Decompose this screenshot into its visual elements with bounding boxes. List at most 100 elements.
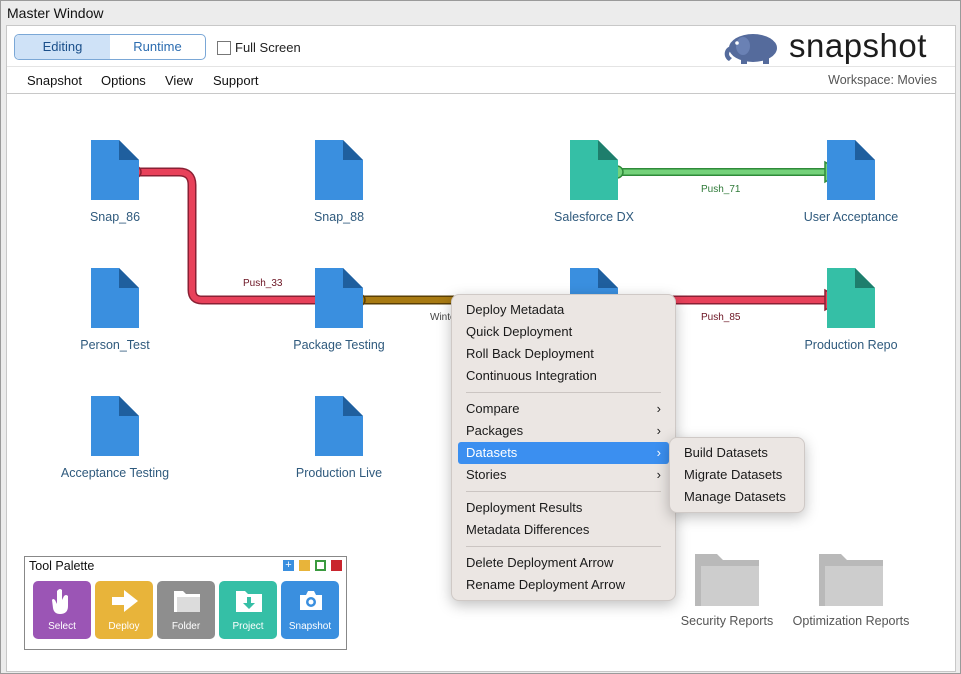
maximize-icon[interactable] <box>315 560 326 571</box>
tab-editing[interactable]: Editing <box>15 35 110 59</box>
window-title: Master Window <box>7 5 104 21</box>
menu-item-deployment-results[interactable]: Deployment Results <box>452 497 675 519</box>
menu-item-quick-deployment[interactable]: Quick Deployment <box>452 321 675 343</box>
menu-item-label: Compare <box>466 401 520 416</box>
workspace-label: Workspace: Movies <box>828 73 937 87</box>
menu-item-compare[interactable]: Compare › <box>452 398 675 420</box>
palette-button-label: Folder <box>171 621 201 632</box>
node-label: Package Testing <box>293 338 385 352</box>
tool-palette: Tool Palette + Select Deploy Folder Proj… <box>24 556 347 650</box>
fullscreen-checkbox[interactable]: Full Screen <box>217 40 301 55</box>
menu-options[interactable]: Options <box>101 73 146 88</box>
edge-label-push-71: Push_71 <box>701 184 741 195</box>
node-package-testing[interactable]: Package Testing <box>269 268 409 352</box>
chevron-right-icon: › <box>656 467 661 482</box>
palette-button-label: Project <box>232 621 264 632</box>
chevron-right-icon: › <box>656 445 661 460</box>
document-icon <box>315 140 363 200</box>
menu-item-label: Stories <box>466 467 507 482</box>
folder-icon <box>174 591 200 612</box>
checkbox-icon[interactable] <box>217 40 231 55</box>
node-label: Acceptance Testing <box>60 466 170 480</box>
node-label: Snap_86 <box>89 210 141 224</box>
node-label: Production Live <box>295 466 383 480</box>
collapse-icon[interactable] <box>299 560 310 571</box>
elephant-icon <box>724 34 777 64</box>
edge-label-push-85: Push_85 <box>701 312 741 323</box>
chevron-right-icon: › <box>656 423 661 438</box>
palette-select-button[interactable]: Select <box>33 581 91 639</box>
menu-item-label: Packages <box>466 423 524 438</box>
logo-text: snapshot <box>789 27 927 64</box>
context-menu: Deploy Metadata Quick Deployment Roll Ba… <box>451 294 676 601</box>
folder-label: Optimization Reports <box>792 614 910 628</box>
node-salesforce-dx[interactable]: Salesforce DX <box>524 140 664 224</box>
hand-icon <box>52 589 68 614</box>
menu-item-delete-deployment-arrow[interactable]: Delete Deployment Arrow <box>452 552 675 574</box>
document-icon <box>91 396 139 456</box>
menu-item-deploy-metadata[interactable]: Deploy Metadata <box>452 299 675 321</box>
menu-item-metadata-differences[interactable]: Metadata Differences <box>452 519 675 541</box>
menu-item-datasets[interactable]: Datasets › <box>458 442 669 464</box>
camera-icon <box>300 591 322 610</box>
menu-bar: Snapshot Options View Support Workspace:… <box>7 67 955 94</box>
mode-segmented-control: Editing Runtime <box>14 34 206 60</box>
node-label: Snap_88 <box>313 210 365 224</box>
fullscreen-label: Full Screen <box>235 40 301 55</box>
menu-item-rename-deployment-arrow[interactable]: Rename Deployment Arrow <box>452 574 675 596</box>
tab-runtime[interactable]: Runtime <box>110 35 205 59</box>
menu-separator <box>466 491 661 492</box>
submenu-item-build-datasets[interactable]: Build Datasets <box>670 442 804 464</box>
menu-separator <box>466 546 661 547</box>
folder-icon <box>695 554 759 606</box>
snapshot-logo: snapshot <box>719 27 945 64</box>
node-label: Production Repo <box>804 338 898 352</box>
palette-title: Tool Palette <box>29 559 95 573</box>
menu-item-stories[interactable]: Stories › <box>452 464 675 486</box>
menu-view[interactable]: View <box>165 73 193 88</box>
menu-snapshot[interactable]: Snapshot <box>27 73 82 88</box>
node-production-live[interactable]: Production Live <box>269 396 409 480</box>
menu-item-roll-back-deployment[interactable]: Roll Back Deployment <box>452 343 675 365</box>
node-label: Salesforce DX <box>554 210 634 224</box>
palette-folder-button[interactable]: Folder <box>157 581 215 639</box>
datasets-submenu: Build Datasets Migrate Datasets Manage D… <box>669 437 805 513</box>
folder-icon <box>819 554 883 606</box>
palette-project-button[interactable]: Project <box>219 581 277 639</box>
title-bar: Master Window <box>1 1 960 25</box>
chevron-right-icon: › <box>656 401 661 416</box>
menu-item-label: Datasets <box>466 445 518 460</box>
document-icon <box>91 140 139 200</box>
toolbar: Editing Runtime Full Screen snapshot <box>7 26 955 67</box>
palette-button-label: Select <box>48 621 76 632</box>
node-user-acceptance[interactable]: User Acceptance <box>781 140 921 224</box>
menu-item-continuous-integration[interactable]: Continuous Integration <box>452 365 675 387</box>
document-icon <box>315 268 363 328</box>
close-icon[interactable] <box>331 560 342 571</box>
node-label: Person_Test <box>80 338 150 352</box>
node-acceptance-testing[interactable]: Acceptance Testing <box>45 396 185 480</box>
menu-separator <box>466 392 661 393</box>
document-icon <box>827 268 875 328</box>
menu-support[interactable]: Support <box>213 73 259 88</box>
folder-optimization-reports[interactable]: Optimization Reports <box>771 550 931 628</box>
node-label: User Acceptance <box>803 210 899 224</box>
palette-button-label: Deploy <box>108 621 140 632</box>
menu-item-packages[interactable]: Packages › <box>452 420 675 442</box>
palette-snapshot-button[interactable]: Snapshot <box>281 581 339 639</box>
document-icon <box>570 140 618 200</box>
document-icon <box>91 268 139 328</box>
submenu-item-migrate-datasets[interactable]: Migrate Datasets <box>670 464 804 486</box>
palette-deploy-button[interactable]: Deploy <box>95 581 153 639</box>
palette-button-label: Snapshot <box>288 621 332 632</box>
node-production-repo[interactable]: Production Repo <box>781 268 921 352</box>
download-icon <box>236 591 262 612</box>
submenu-item-manage-datasets[interactable]: Manage Datasets <box>670 486 804 508</box>
node-snap-86[interactable]: Snap_86 <box>45 140 185 224</box>
node-person-test[interactable]: Person_Test <box>45 268 185 352</box>
node-snap-88[interactable]: Snap_88 <box>269 140 409 224</box>
arrow-right-icon <box>112 590 138 612</box>
document-icon <box>827 140 875 200</box>
plus-icon[interactable]: + <box>283 560 294 571</box>
document-icon <box>315 396 363 456</box>
